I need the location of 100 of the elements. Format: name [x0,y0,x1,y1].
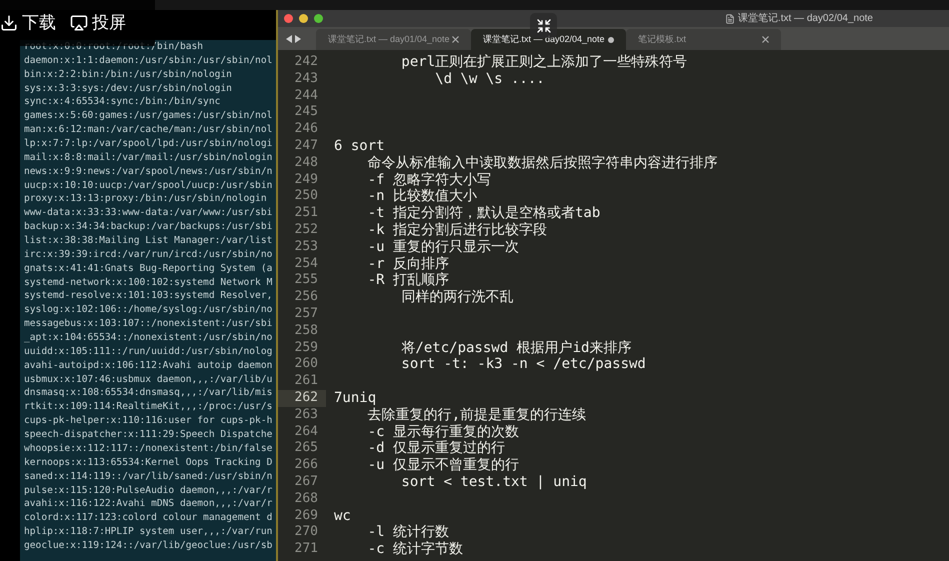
code-line: -c 显示每行重复的次数 [366,424,520,440]
terminal-line: hplip:x:118:7:HPLIP system user,,,:/var/run [24,525,274,539]
terminal-line: sys:x:3:3:sys:/dev:/usr/sbin/nologin [24,82,233,96]
terminal-line: cups-pk-helper:x:110:116:user for cups-pk-h [24,414,274,428]
close-tab-icon[interactable] [762,36,769,43]
terminal-line: man:x:6:12:man:/var/cache/man:/usr/sbin/nol [24,123,274,138]
code-line: 同样的两行洗不乱 [400,289,514,306]
code-line: -c 统计字节数 [366,541,464,558]
editor-tab[interactable]: 课堂笔记.txt — day01/04_note [316,29,471,50]
terminal-line: geoclue:x:119:124::/var/lib/geoclue:/usr/sb [24,538,274,553]
line-number: 250 [294,188,319,206]
code-line: -l 统计行数 [366,524,450,541]
zoom-window-button[interactable] [314,14,323,23]
terminal-line: colord:x:117:123:colord colour management d [24,511,274,526]
line-number: 264 [294,424,319,440]
terminal-line: uuidd:x:105:111::/run/uuidd:/usr/sbin/nolog [24,344,274,359]
terminal-line: www-data:x:33:33:www-data:/var/www:/usr/sbi [24,206,274,220]
terminal-line: speech-dispatcher:x:111:29:Speech Dispatche [24,428,274,442]
close-tab-icon[interactable] [452,36,459,43]
line-number: 269 [294,508,319,524]
terminal-line: lp:x:7:7:lp:/var/spool/lpd:/usr/sbin/nologi [24,137,274,151]
terminal-line: news:x:9:9:news:/var/spool/news:/usr/sbin/n [24,164,274,179]
line-number: 253 [294,238,319,256]
line-number: 246 [294,121,319,138]
terminal-line: proxy:x:13:13:proxy:/bin:/usr/sbin/nologin [24,192,268,206]
code-line: 7uniq [333,390,376,407]
terminal-line: kernoops:x:113:65534:Kernel Oops Tracking D [24,456,274,470]
code-line: -u 仅显示不曾重复的行 [366,457,520,474]
next-tab-icon[interactable] [295,34,301,42]
terminal-line: pulse:x:115:120:PulseAudio daemon,,,:/var/r [24,484,274,498]
code-line: -R 打乱顺序 [366,272,450,290]
line-number: 247 [294,138,319,155]
line-number: 255 [294,272,319,290]
line-number: 249 [294,172,319,188]
code-line: -u 重复的行只显示一次 [366,238,520,256]
line-number: 256 [294,289,319,306]
minimize-window-button[interactable] [299,14,308,23]
line-number: 265 [294,440,319,458]
download-button[interactable]: 下载 [0,10,56,36]
code-line: -k 指定分割后进行比较字段 [366,222,548,239]
terminal-line: games:x:5:60:games:/usr/games:/usr/sbin/nol [24,109,274,124]
terminal-line: systemd-network:x:100:102:systemd Network M [24,276,274,290]
terminal-line: dnsmasq:x:108:65534:dnsmasq,,,:/var/lib/mis [24,386,274,400]
terminal-line: messagebus:x:103:107::/nonexistent:/usr/sbi [24,317,274,332]
download-icon [0,14,18,32]
line-number: 270 [294,524,319,542]
terminal-line: uucp:x:10:10:uucp:/var/spool/uucp:/usr/sbin [24,178,274,192]
line-number: 243 [294,70,319,88]
line-number: 263 [294,406,319,424]
terminal-line: usbmux:x:107:46:usbmux daemon,,,:/var/lib/u [24,372,274,386]
terminal-line: irc:x:39:39:ircd:/var/run/ircd:/usr/sbin/no [24,248,274,262]
terminal-line: root:x:0:0:root:/root:/bin/bash [24,40,204,54]
cast-icon [70,14,88,32]
line-number: 244 [294,88,319,104]
code-line: 6 sort [333,138,385,155]
close-window-button[interactable] [284,14,293,23]
cast-button[interactable]: 投屏 [70,10,126,36]
code-line: perl正则在扩展正则之上添加了一些特殊符号 [400,54,688,71]
terminal-line: whoopsie:x:112:117::/nonexistent:/bin/false [24,442,274,456]
editor-tab[interactable]: 笔记模板.txt [626,29,781,50]
code-line: -d 仅显示重复过的行 [366,440,506,458]
line-number: 258 [294,322,319,340]
terminal-line: gnats:x:41:41:Gnats Bug-Reporting System (a [24,262,274,276]
line-number: 266 [294,457,319,474]
line-number: 271 [294,541,319,558]
terminal-line: rtkit:x:109:114:RealtimeKit,,,:/proc:/usr/s [24,400,274,414]
code-line: -n 比较数值大小 [366,188,478,205]
line-number: 254 [294,256,319,272]
line-number: 251 [294,205,319,222]
line-number: 245 [294,104,319,122]
code-line: wc [333,508,351,524]
terminal-line: saned:x:114:119::/var/lib/saned:/usr/sbin/n [24,470,274,484]
terminal-line: backup:x:34:34:backup:/var/backups:/usr/sbi [24,220,274,234]
code-line: 去除重复的行,前提是重复的行连续 [366,406,586,424]
line-number: 259 [294,340,319,356]
terminal-line: sync:x:4:65534:sync:/bin:/bin/sync [24,95,222,110]
code-line: sort -t: -k3 -n < /etc/passwd [400,356,646,374]
terminal-line: _apt:x:104:65534::/nonexistent:/usr/sbin/no [24,331,274,345]
terminal-line: daemon:x:1:1:daemon:/usr/sbin:/usr/sbin/nol [24,54,274,68]
file-icon [724,14,735,24]
editor-tab[interactable]: 课堂笔记.txt — day02/04_note [471,29,626,50]
line-number: 267 [294,474,319,491]
line-number: 260 [294,356,319,374]
previous-tab-icon[interactable] [286,34,292,42]
code-line: 命令从标准输入中读取数据然后按照字符串内容进行排序 [366,154,718,172]
terminal-line: mail:x:8:8:mail:/var/mail:/usr/sbin/nologin [24,150,274,165]
window-title: 课堂笔记.txt — day02/04_note [738,12,873,26]
line-number: 257 [294,306,319,323]
code-line: -f 忽略字符大小写 [366,172,492,188]
terminal-line: list:x:38:38:Mailing List Manager:/var/list [24,234,274,248]
line-number: 248 [294,154,319,172]
code-line: sort < test.txt | uniq [400,474,587,491]
code-line: \d \w \s .... [434,70,545,88]
exit-fullscreen-icon [536,18,552,34]
terminal-line: systemd-resolve:x:101:103:systemd Resolver, [24,289,274,304]
code-line: -t 指定分割符，默认是空格或者tab [366,205,600,222]
code-line: 将/etc/passwd 根据用户id来排序 [400,340,632,356]
terminal-line: bin:x:2:2:bin:/bin:/usr/sbin/nologin [24,68,233,82]
terminal-line: syslog:x:102:106::/home/syslog:/usr/sbin/no [24,303,274,318]
terminal-line: avahi:x:116:122:Avahi mDNS daemon,,,:/var/r [24,497,274,512]
